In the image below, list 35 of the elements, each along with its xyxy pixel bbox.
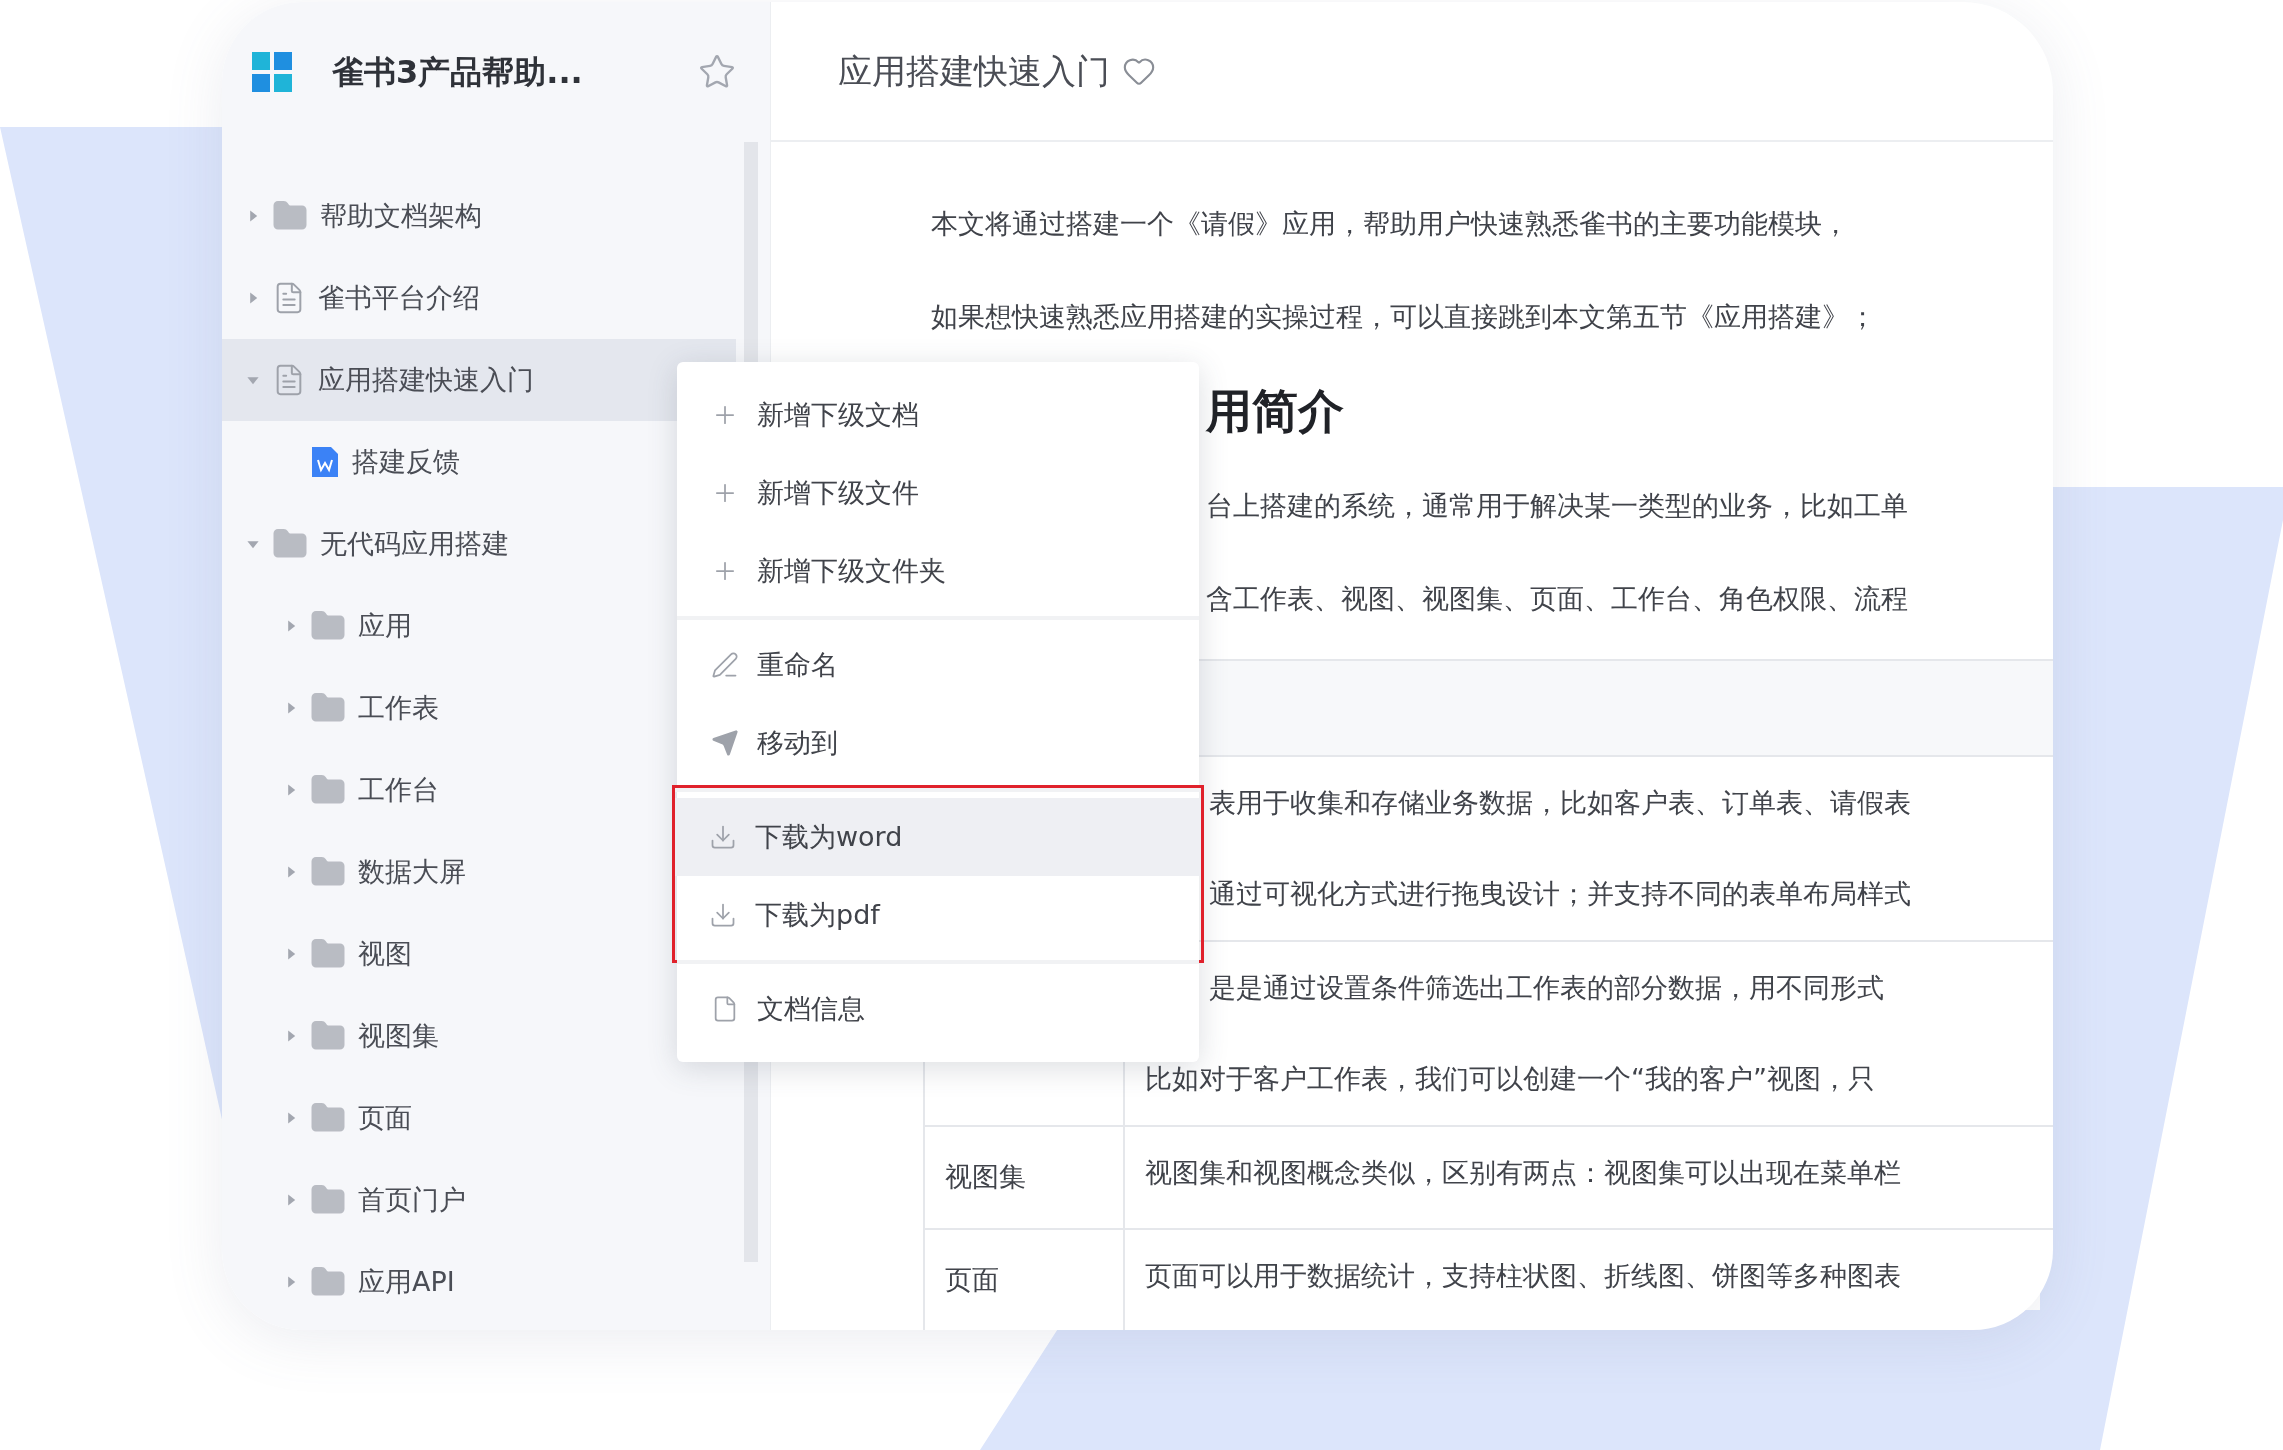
table-cell-text: 比如对于客户工作表，我们可以创建一个“我的客户”视图，只 <box>1144 1061 1876 1096</box>
tree-item[interactable]: 应用搭建快速入门 <box>222 339 736 421</box>
menu-item[interactable]: 下载为word <box>675 798 1201 876</box>
logo-icon <box>252 52 292 92</box>
tree-item[interactable]: 雀书平台介绍 <box>222 257 736 339</box>
document-title: 应用搭建快速入门 <box>838 49 1110 93</box>
menu-item[interactable]: 重命名 <box>677 626 1199 704</box>
star-icon[interactable] <box>698 53 736 91</box>
tree-item[interactable]: 帮助文档架构 <box>222 175 736 257</box>
table-cell-text: 页面可以用于数据统计，支持柱状图、折线图、饼图等多种图表 <box>1144 1258 1901 1293</box>
section-heading: 用简介 <box>1206 383 1345 440</box>
menu-item[interactable]: 文档信息 <box>677 970 1199 1048</box>
menu-item[interactable]: 新增下级文件夹 <box>677 532 1199 610</box>
table-cell-text: 通过可视化方式进行拖曳设计；并支持不同的表单布局样式 <box>1208 876 1911 911</box>
download-icon <box>709 823 737 851</box>
table-cell-text: 视图集 <box>945 1160 1026 1194</box>
paragraph: 台上搭建的系统，通常用于解决某一类型的业务，比如工单 <box>1206 489 1909 523</box>
paper-plane-icon <box>711 729 739 757</box>
menu-item[interactable]: 移动到 <box>677 704 1199 782</box>
tree-item[interactable]: 页面 <box>222 1077 736 1159</box>
pen-icon <box>711 651 739 679</box>
menu-item[interactable]: 下载为pdf <box>675 876 1201 954</box>
tree-item[interactable]: 应用API <box>222 1241 736 1323</box>
table-cell-text: 表用于收集和存储业务数据，比如客户表、订单表、请假表 <box>1208 786 1911 820</box>
download-icon <box>709 901 737 929</box>
table-cell-text: 页面 <box>945 1262 999 1297</box>
table-cell-text: 是是通过设置条件筛选出工作表的部分数据，用不同形式 <box>1208 971 1884 1005</box>
workspace-title: 雀书3产品帮助... <box>332 52 584 93</box>
tree-item[interactable]: 首页门户 <box>222 1159 736 1241</box>
document-icon <box>310 445 340 479</box>
paragraph: 含工作表、视图、视图集、页面、工作台、角色权限、流程 <box>1206 581 1909 616</box>
paragraph: 如果想快速熟悉应用搭建的实操过程，可以直接跳到本文第五节《应用搭建》； <box>931 299 1877 334</box>
paragraph: 本文将通过搭建一个《请假》应用，帮助用户快速熟悉雀书的主要功能模块， <box>931 207 1850 241</box>
table-cell-text: 视图集和视图概念类似，区别有两点：视图集可以出现在菜单栏 <box>1144 1156 1901 1190</box>
menu-item[interactable]: 新增下级文件 <box>677 454 1199 532</box>
